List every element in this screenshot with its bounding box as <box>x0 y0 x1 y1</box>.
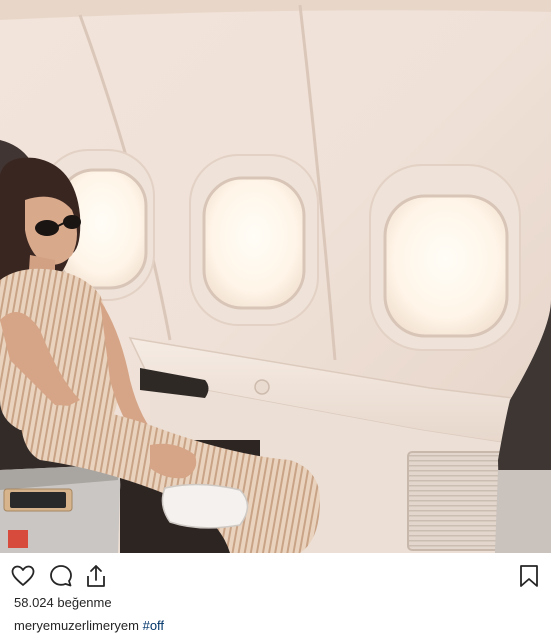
like-button[interactable] <box>10 563 36 589</box>
post-actions-bar <box>0 553 551 595</box>
caption-hashtag[interactable]: #off <box>143 618 164 633</box>
cabin-window-2 <box>189 154 319 326</box>
comment-button[interactable] <box>48 563 74 589</box>
airplane-cabin-image <box>0 0 551 553</box>
likes-count: 58.024 <box>14 595 54 610</box>
comment-bubble-icon <box>50 565 72 587</box>
save-button[interactable] <box>516 563 542 589</box>
cabin-window-3 <box>369 164 521 351</box>
share-button[interactable] <box>83 563 109 589</box>
share-upload-icon <box>87 565 105 587</box>
instagram-post: 58.024 beğenme meryemuzerlimeryem #off <box>0 0 551 638</box>
heart-icon <box>11 565 35 586</box>
post-caption: meryemuzerlimeryem #off <box>14 618 164 633</box>
bookmark-icon <box>520 565 538 587</box>
likes-label: beğenme <box>57 595 112 610</box>
likes-count-row[interactable]: 58.024 beğenme <box>14 595 112 610</box>
caption-username[interactable]: meryemuzerlimeryem <box>14 618 139 633</box>
post-photo[interactable] <box>0 0 551 553</box>
